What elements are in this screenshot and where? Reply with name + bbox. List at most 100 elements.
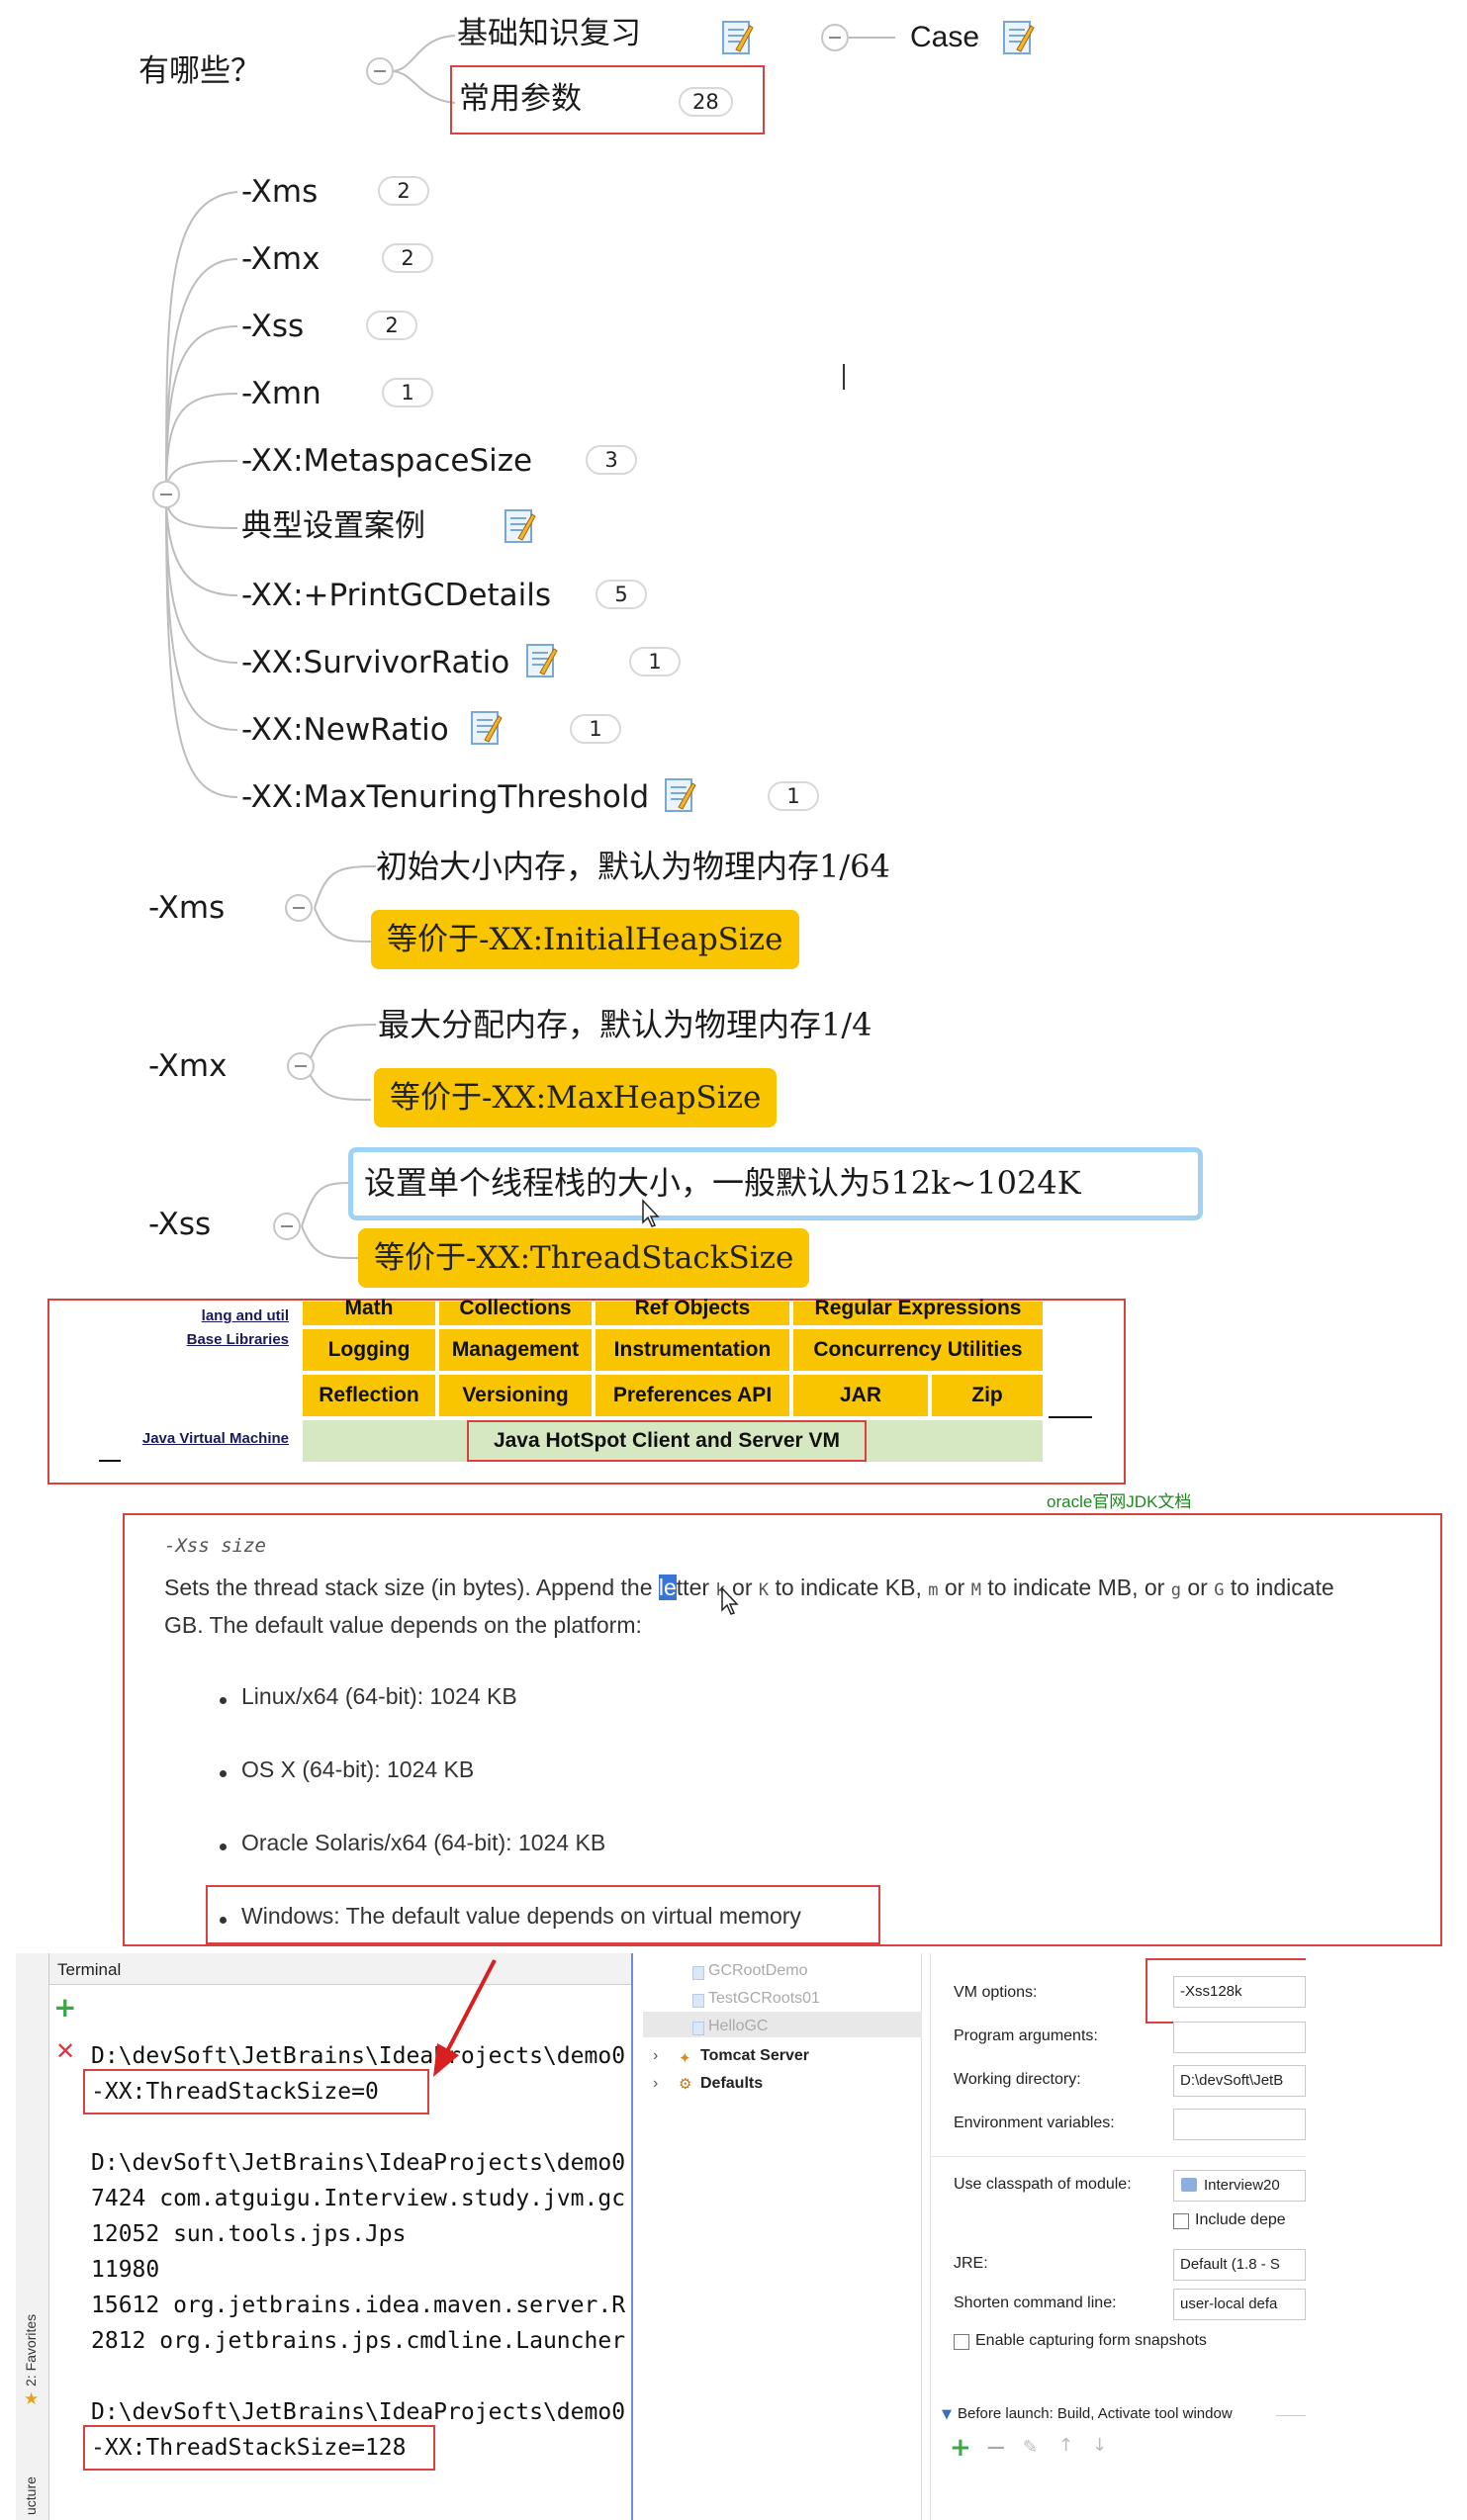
class-icon	[692, 1994, 704, 2008]
tree-item-tomcat[interactable]: Tomcat Server	[700, 2047, 809, 2065]
before-launch-divider	[1276, 2415, 1306, 2416]
param-item-label[interactable]: -Xms	[241, 172, 318, 212]
jdk-cell-management[interactable]: Management	[439, 1329, 592, 1371]
structure-tab-label[interactable]: ucture	[23, 2446, 39, 2515]
close-session-icon[interactable]: ✕	[55, 2039, 75, 2063]
detail-xms-equiv[interactable]: 等价于-XX:InitialHeapSize	[371, 910, 799, 969]
note-icon[interactable]	[1001, 18, 1035, 57]
doc-bullet: Oracle Solaris/x64 (64-bit): 1024 KB	[241, 1830, 606, 1855]
basics-collapse-button[interactable]	[821, 24, 849, 51]
class-icon	[692, 1966, 704, 1980]
move-down-icon[interactable]: ↓	[1092, 2435, 1107, 2456]
structure-tool-tab[interactable]: ucture	[16, 2443, 49, 2520]
edit-task-icon[interactable]: ✎	[1023, 2437, 1038, 2458]
doc-code: G	[1214, 1580, 1225, 1600]
tree-item-defaults[interactable]: Defaults	[700, 2075, 763, 2093]
jre-select[interactable]: Default (1.8 - S	[1173, 2249, 1306, 2281]
shorten-cmd-select[interactable]: user-local defa	[1173, 2289, 1306, 2320]
param-count-badge: 2	[382, 243, 433, 273]
param-item-label[interactable]: -XX:NewRatio	[241, 710, 449, 750]
jdk-cell-collections[interactable]: Collections	[439, 1298, 592, 1325]
env-vars-input[interactable]	[1173, 2109, 1306, 2140]
jdk-cell-zip[interactable]: Zip	[932, 1375, 1043, 1416]
jdk-cell-math[interactable]: Math	[303, 1298, 435, 1325]
param-count-badge: 2	[378, 176, 429, 206]
favorites-tool-tab[interactable]: 2: Favorites ★	[16, 2285, 49, 2409]
favorites-tab-label[interactable]: 2: Favorites	[23, 2278, 39, 2386]
detail-xmx-desc[interactable]: 最大分配内存，默认为物理内存1/4	[378, 1005, 872, 1044]
jdk-cell-reflection[interactable]: Reflection	[303, 1375, 435, 1416]
before-launch-label[interactable]: Before launch: Build, Activate tool wind…	[958, 2405, 1233, 2422]
include-deps-checkbox[interactable]	[1173, 2213, 1189, 2229]
detail-xmx-collapse-button[interactable]	[287, 1052, 315, 1080]
branch-params-label[interactable]: 常用参数	[459, 79, 582, 119]
new-session-icon[interactable]: +	[53, 1994, 76, 2022]
param-count-badge: 1	[382, 378, 433, 407]
jdk-cell-hotspot[interactable]: Java HotSpot Client and Server VM	[467, 1420, 867, 1462]
param-item-label[interactable]: -XX:MaxTenuringThreshold	[241, 777, 649, 817]
tree-item-hellogc[interactable]: HelloGC	[708, 2018, 768, 2035]
snapshots-label: Enable capturing form snapshots	[975, 2332, 1207, 2349]
note-icon[interactable]	[503, 506, 536, 546]
note-icon[interactable]	[720, 18, 754, 57]
params-collapse-button[interactable]	[152, 481, 180, 508]
jdk-cell-concurrency[interactable]: Concurrency Utilities	[793, 1329, 1043, 1371]
branch-basics-label[interactable]: 基础知识复习	[457, 14, 641, 53]
workdir-input[interactable]: D:\devSoft\JetB	[1173, 2065, 1306, 2097]
param-item-label[interactable]: -XX:+PrintGCDetails	[241, 576, 551, 615]
ide-left-stripe	[16, 1953, 49, 2520]
row-label-jvm[interactable]: Java Virtual Machine	[99, 1430, 289, 1447]
terminal-line: D:\devSoft\JetBrains\IdeaProjects\demo0	[91, 2150, 626, 2176]
expand-chevron-icon[interactable]: ›	[653, 2075, 658, 2093]
param-item-label[interactable]: -Xmn	[241, 374, 321, 413]
tree-item-testgcroots01[interactable]: TestGCRoots01	[708, 1990, 820, 2008]
param-item-label[interactable]: -Xss	[241, 307, 304, 346]
mouse-pointer-icon	[642, 1199, 660, 1227]
note-icon[interactable]	[663, 775, 696, 815]
jdk-cell-jar[interactable]: JAR	[793, 1375, 928, 1416]
branch-case-label[interactable]: Case	[910, 18, 979, 57]
jdk-cell-logging[interactable]: Logging	[303, 1329, 435, 1371]
doc-code: m	[928, 1580, 939, 1600]
bullet-dot	[220, 1844, 227, 1850]
before-launch-expand-icon[interactable]: ▼	[942, 2407, 952, 2422]
jdk-cell-versioning[interactable]: Versioning	[439, 1375, 592, 1416]
map-root-collapse-button[interactable]	[366, 57, 394, 85]
jdk-cell-ref-objects[interactable]: Ref Objects	[596, 1298, 789, 1325]
detail-xss-equiv[interactable]: 等价于-XX:ThreadStackSize	[358, 1228, 810, 1288]
param-item-label[interactable]: -Xmx	[241, 239, 320, 279]
note-icon[interactable]	[524, 641, 558, 680]
map-root-label: 有哪些？	[138, 53, 261, 89]
note-icon[interactable]	[469, 708, 503, 748]
detail-xms-desc[interactable]: 初始大小内存，默认为物理内存1/64	[376, 847, 890, 886]
remove-task-icon[interactable]: −	[985, 2435, 1007, 2461]
move-up-icon[interactable]: ↑	[1058, 2435, 1073, 2456]
expand-chevron-icon[interactable]: ›	[653, 2047, 658, 2065]
include-deps-label: Include depe	[1195, 2211, 1286, 2228]
table-divider	[99, 1460, 121, 1462]
terminal-line: 11980	[91, 2257, 160, 2283]
jdk-cell-regex[interactable]: Regular Expressions	[793, 1298, 1043, 1325]
doc-text: tter	[676, 1575, 716, 1600]
terminal-line: D:\devSoft\JetBrains\IdeaProjects\demo0	[91, 2043, 626, 2069]
snapshots-checkbox[interactable]	[954, 2334, 969, 2350]
detail-xms-collapse-button[interactable]	[285, 894, 313, 922]
doc-text: or	[1180, 1575, 1215, 1600]
jdk-cell-instrumentation[interactable]: Instrumentation	[596, 1329, 789, 1371]
detail-xmx-equiv[interactable]: 等价于-XX:MaxHeapSize	[374, 1068, 778, 1127]
tree-item-gcrootdemo[interactable]: GCRootDemo	[708, 1962, 807, 1980]
detail-xss-desc[interactable]: 设置单个线程栈的大小，一般默认为512k~1024K	[364, 1163, 1081, 1203]
param-item-label[interactable]: 典型设置案例	[241, 506, 425, 546]
add-task-icon[interactable]: +	[950, 2435, 971, 2461]
program-args-input[interactable]	[1173, 2022, 1306, 2053]
form-divider	[930, 2156, 1306, 2157]
row-label-base-libraries[interactable]: Base Libraries	[99, 1331, 289, 1348]
jdk-cell-preferences[interactable]: Preferences API	[596, 1375, 789, 1416]
doc-text: to indicate	[1224, 1575, 1334, 1600]
detail-xss-collapse-button[interactable]	[273, 1213, 301, 1240]
param-item-label[interactable]: -XX:SurvivorRatio	[241, 643, 509, 682]
vm-options-input[interactable]: -Xss128k	[1173, 1976, 1306, 2008]
terminal-tab-label[interactable]: Terminal	[57, 1960, 121, 1980]
row-label-lang-util[interactable]: lang and util	[99, 1307, 289, 1324]
param-item-label[interactable]: -XX:MetaspaceSize	[241, 441, 532, 481]
